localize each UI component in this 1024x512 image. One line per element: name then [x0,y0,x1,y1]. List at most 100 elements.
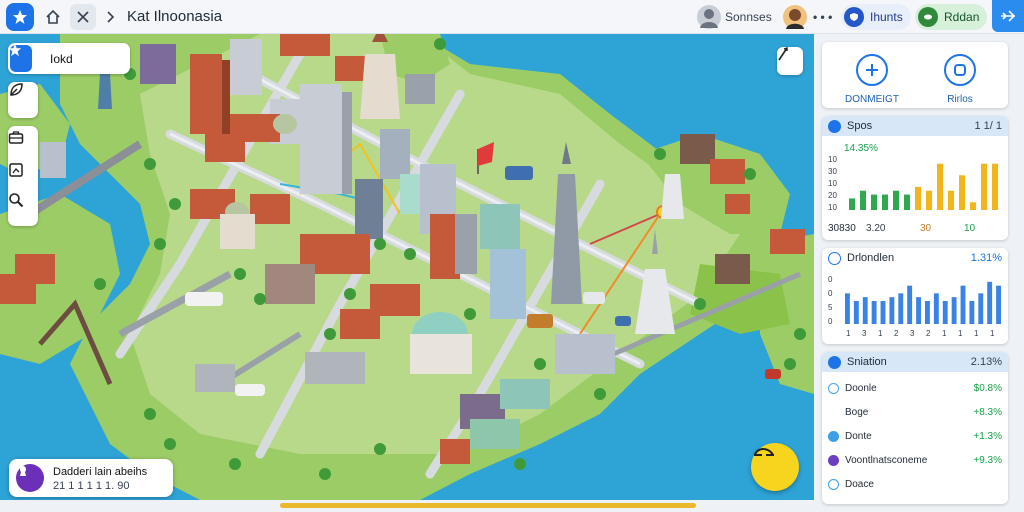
x-tick-label: 2 [926,329,931,338]
compass-button[interactable] [777,47,803,75]
plane-icon [1001,10,1016,22]
bar-blue[interactable] [871,301,877,324]
item-label: Donte [845,430,872,442]
x-tick-label: 1 [846,329,851,338]
bar-green[interactable] [849,198,856,210]
card-meta: 1 1/ 1 [974,120,1002,132]
briefcase-icon[interactable] [8,130,38,160]
bar-blue[interactable] [889,297,895,324]
bar-yellow[interactable] [915,186,922,210]
bar-green[interactable] [893,190,900,210]
bar-blue[interactable] [951,297,957,324]
location-avatar-icon [16,464,44,492]
layers-button[interactable] [8,82,38,118]
y-tick-label: 30 [828,167,837,176]
city-map[interactable]: Dadderi lain abeihs 21 1 1 1 1 1. 90 [0,34,814,500]
map-canvas[interactable] [0,34,814,500]
bar-blue[interactable] [996,285,1001,324]
more-dots[interactable]: • • • [813,10,832,24]
bar-green[interactable] [904,194,911,210]
chevron-right-icon[interactable] [98,4,124,30]
x-tick-label: 1 [990,329,995,338]
action-label: Rirlos [947,94,973,105]
search-input[interactable] [50,51,130,66]
card-meta: 1.31% [970,252,1002,264]
item-value: $0.8% [973,382,1002,394]
bar-chart-1[interactable]: 10 30 10 20 10 [822,140,1008,218]
x-tick-label: 2 [894,329,899,338]
user-avatar[interactable] [697,5,721,29]
item-icon [828,382,839,394]
bar-blue[interactable] [916,297,921,324]
map-tools [8,126,38,226]
action-button-1[interactable]: DONMEIGT [842,54,902,105]
pill-button-hunts[interactable]: Ihunts [841,4,911,30]
menu-button[interactable] [992,0,1024,32]
bar-yellow[interactable] [992,163,999,210]
bar-chart-2[interactable]: 0 0 5 0 1 3 1 2 3 2 1 1 1 1 [822,268,1008,342]
stats-card-1: Spos 1 1/ 1 14.35% 10 30 10 20 10 30830 3.20… [822,116,1008,240]
footer-value: 30830 [828,223,856,234]
bar-blue[interactable] [907,285,913,324]
leaf-icon [10,83,23,96]
bar-blue[interactable] [862,297,868,324]
list-item[interactable]: Donte +1.3% [828,426,1002,446]
bar-blue[interactable] [925,301,930,324]
shield-icon [844,7,864,27]
x-tick-label: 3 [910,329,915,338]
item-value: +8.3% [973,406,1002,418]
item-value: +1.3% [973,430,1002,442]
bar-blue[interactable] [960,285,966,324]
footer-value: 10 [964,223,976,234]
user-avatar-2[interactable] [783,5,807,29]
location-info-card[interactable]: Dadderi lain abeihs 21 1 1 1 1 1. 90 [9,459,173,497]
home-icon[interactable] [40,4,66,30]
item-icon [828,478,839,490]
bar-blue[interactable] [978,293,984,324]
user-name[interactable]: Sonnses [725,10,772,24]
bar-blue[interactable] [987,281,993,324]
bar-yellow[interactable] [948,190,955,210]
bar-yellow[interactable] [937,163,944,210]
list-item[interactable]: Voontlnatsconeme +9.3% [828,450,1002,470]
chart-icon[interactable] [8,162,38,192]
list-item[interactable]: Doonle $0.8% [828,378,1002,398]
top-bar: Kat Ilnoonasia Sonnses • • • Ihunts Rdda… [0,0,1024,34]
map-search[interactable] [8,43,130,74]
item-icon [828,406,839,418]
list-item[interactable]: Doace [828,474,1002,494]
x-tick-label: 1 [974,329,979,338]
bar-blue[interactable] [933,293,939,324]
bar-blue[interactable] [845,293,850,324]
right-panel: DONMEIGT Rirlos Spos 1 1/ 1 14.35% 10 30 1… [814,34,1024,512]
action-button-2[interactable]: Rirlos [930,54,990,105]
x-tick-label: 1 [958,329,963,338]
list-item[interactable]: Boge +8.3% [828,402,1002,422]
card-header: Drlondlen 1.31% [822,248,1008,268]
bar-blue[interactable] [969,301,975,324]
bar-green[interactable] [882,194,889,210]
pill-label: Ihunts [870,10,903,24]
bar-yellow[interactable] [926,190,933,210]
app-logo-star-icon[interactable] [6,3,34,31]
bar-blue[interactable] [898,293,904,324]
item-label: Voontlnatsconeme [845,454,928,466]
actions-card: DONMEIGT Rirlos [822,42,1008,108]
bar-blue[interactable] [880,301,886,324]
close-icon[interactable] [70,4,96,30]
item-label: Boge [845,406,869,418]
bar-green[interactable] [871,194,878,210]
route-icon [754,448,774,456]
item-icon [828,430,839,442]
bar-green[interactable] [860,190,867,210]
bar-yellow[interactable] [981,163,988,210]
pill-button-rddan[interactable]: Rddan [915,4,988,30]
y-tick-label: 20 [828,191,837,200]
action-fab[interactable] [751,443,799,491]
bar-blue[interactable] [853,301,859,324]
bar-yellow[interactable] [970,202,977,210]
star-icon[interactable] [8,43,32,72]
search-icon[interactable] [8,192,38,222]
bar-blue[interactable] [942,301,948,324]
bar-yellow[interactable] [959,175,966,210]
